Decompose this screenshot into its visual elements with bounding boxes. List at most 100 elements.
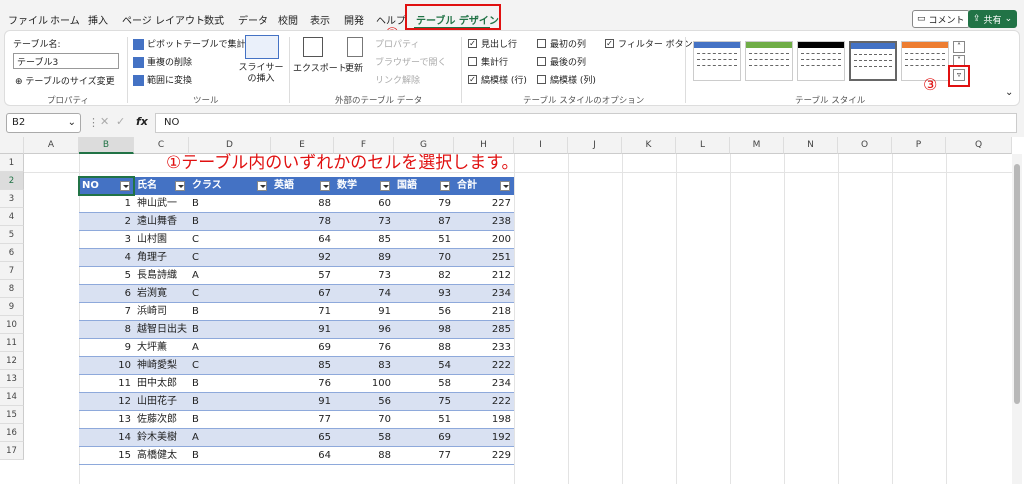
gallery-scroll-up-button[interactable]: ˄ <box>953 41 965 53</box>
header-row-checkbox[interactable]: ✓ <box>468 39 477 48</box>
table-cell[interactable]: 234 <box>454 285 514 303</box>
table-cell[interactable]: 58 <box>334 429 394 447</box>
collapse-ribbon-icon[interactable]: ⌄ <box>1005 87 1013 98</box>
table-cell[interactable]: 85 <box>334 231 394 249</box>
row-header[interactable]: 5 <box>0 226 24 244</box>
table-cell[interactable]: 8 <box>79 321 134 339</box>
table-cell[interactable]: 198 <box>454 411 514 429</box>
tab-view[interactable]: 表示 <box>310 12 330 27</box>
column-header[interactable]: O <box>838 137 892 154</box>
table-cell[interactable]: 73 <box>334 213 394 231</box>
table-cell[interactable]: 238 <box>454 213 514 231</box>
vertical-scrollbar[interactable] <box>1012 154 1022 484</box>
row-header[interactable]: 9 <box>0 298 24 316</box>
table-cell[interactable]: C <box>189 231 271 249</box>
table-cell[interactable]: 78 <box>271 213 334 231</box>
table-cell[interactable]: A <box>189 267 271 285</box>
table-cell[interactable]: 233 <box>454 339 514 357</box>
table-cell[interactable]: B <box>189 447 271 465</box>
table-cell[interactable]: 3 <box>79 231 134 249</box>
table-cell[interactable]: 14 <box>79 429 134 447</box>
table-cell[interactable]: B <box>189 321 271 339</box>
column-header[interactable]: K <box>622 137 676 154</box>
table-cell[interactable]: 88 <box>271 195 334 213</box>
row-header[interactable]: 1 <box>0 154 24 172</box>
tab-home[interactable]: ホーム <box>50 12 80 27</box>
table-cell[interactable]: A <box>189 429 271 447</box>
table-cell[interactable]: B <box>189 393 271 411</box>
last-column-checkbox[interactable] <box>537 57 546 66</box>
filter-dropdown-icon[interactable] <box>440 181 450 191</box>
tab-data[interactable]: データ <box>238 12 268 27</box>
table-cell[interactable]: 51 <box>394 411 454 429</box>
table-cell[interactable]: C <box>189 357 271 375</box>
row-header[interactable]: 10 <box>0 316 24 334</box>
total-row-checkbox[interactable] <box>468 57 477 66</box>
table-style-thumbnail[interactable] <box>745 41 793 81</box>
table-cell[interactable]: 76 <box>271 375 334 393</box>
filter-dropdown-icon[interactable] <box>320 181 330 191</box>
table-cell[interactable]: 88 <box>394 339 454 357</box>
table-cell[interactable]: 13 <box>79 411 134 429</box>
column-header[interactable]: N <box>784 137 838 154</box>
table-cell[interactable]: 57 <box>271 267 334 285</box>
select-all-corner[interactable] <box>0 137 24 154</box>
tab-formulas[interactable]: 数式 <box>204 12 224 27</box>
table-cell[interactable]: 越智日出夫 <box>134 321 189 339</box>
cancel-icon[interactable]: ✕ <box>100 115 109 128</box>
row-header[interactable]: 11 <box>0 334 24 352</box>
table-cell[interactable]: 69 <box>271 339 334 357</box>
banded-columns-checkbox[interactable] <box>537 75 546 84</box>
table-cell[interactable]: 79 <box>394 195 454 213</box>
filter-dropdown-icon[interactable] <box>380 181 390 191</box>
table-style-thumbnail-selected[interactable] <box>849 41 897 81</box>
table-cell[interactable]: 88 <box>334 447 394 465</box>
resize-table-button[interactable]: ⊕ テーブルのサイズ変更 <box>15 74 115 87</box>
table-cell[interactable]: 227 <box>454 195 514 213</box>
table-cell[interactable]: 56 <box>334 393 394 411</box>
column-header[interactable]: M <box>730 137 784 154</box>
table-cell[interactable]: 山田花子 <box>134 393 189 411</box>
table-cell[interactable]: 5 <box>79 267 134 285</box>
table-cell[interactable]: 遠山舞香 <box>134 213 189 231</box>
table-cell[interactable]: 浜崎司 <box>134 303 189 321</box>
column-header[interactable]: Q <box>946 137 1012 154</box>
row-header[interactable]: 14 <box>0 388 24 406</box>
table-cell[interactable]: B <box>189 411 271 429</box>
table-cell[interactable]: C <box>189 285 271 303</box>
table-cell[interactable]: 9 <box>79 339 134 357</box>
open-in-browser-button[interactable]: ブラウザーで開く <box>375 55 446 68</box>
table-cell[interactable]: 96 <box>334 321 394 339</box>
table-cell[interactable]: 85 <box>271 357 334 375</box>
pivot-summary-button[interactable]: ピボットテーブルで集計 <box>133 37 245 50</box>
tab-file[interactable]: ファイル <box>8 12 48 27</box>
table-cell[interactable]: 67 <box>271 285 334 303</box>
table-cell[interactable]: 222 <box>454 393 514 411</box>
table-cell[interactable]: 70 <box>394 249 454 267</box>
table-cell[interactable]: 251 <box>454 249 514 267</box>
column-header[interactable]: I <box>514 137 568 154</box>
row-header[interactable]: 16 <box>0 424 24 442</box>
table-cell[interactable]: 1 <box>79 195 134 213</box>
table-properties-button[interactable]: プロパティ <box>375 37 419 50</box>
table-cell[interactable]: 64 <box>271 231 334 249</box>
remove-duplicates-button[interactable]: 重複の削除 <box>133 55 192 68</box>
confirm-icon[interactable]: ✓ <box>116 115 125 128</box>
table-cell[interactable]: 64 <box>271 447 334 465</box>
table-cell[interactable]: 76 <box>334 339 394 357</box>
table-cell[interactable]: 鈴木美樹 <box>134 429 189 447</box>
table-cell[interactable]: 佐藤次郎 <box>134 411 189 429</box>
formula-input[interactable]: NO <box>155 113 1017 133</box>
column-header[interactable]: A <box>24 137 79 154</box>
column-header[interactable]: B <box>79 137 134 154</box>
table-cell[interactable]: 229 <box>454 447 514 465</box>
table-cell[interactable]: B <box>189 303 271 321</box>
unlink-button[interactable]: リンク解除 <box>375 73 420 86</box>
table-cell[interactable]: 93 <box>394 285 454 303</box>
table-cell[interactable]: 89 <box>334 249 394 267</box>
table-cell[interactable]: 98 <box>394 321 454 339</box>
row-header[interactable]: 15 <box>0 406 24 424</box>
row-header[interactable]: 7 <box>0 262 24 280</box>
table-cell[interactable]: 11 <box>79 375 134 393</box>
column-header[interactable]: P <box>892 137 946 154</box>
